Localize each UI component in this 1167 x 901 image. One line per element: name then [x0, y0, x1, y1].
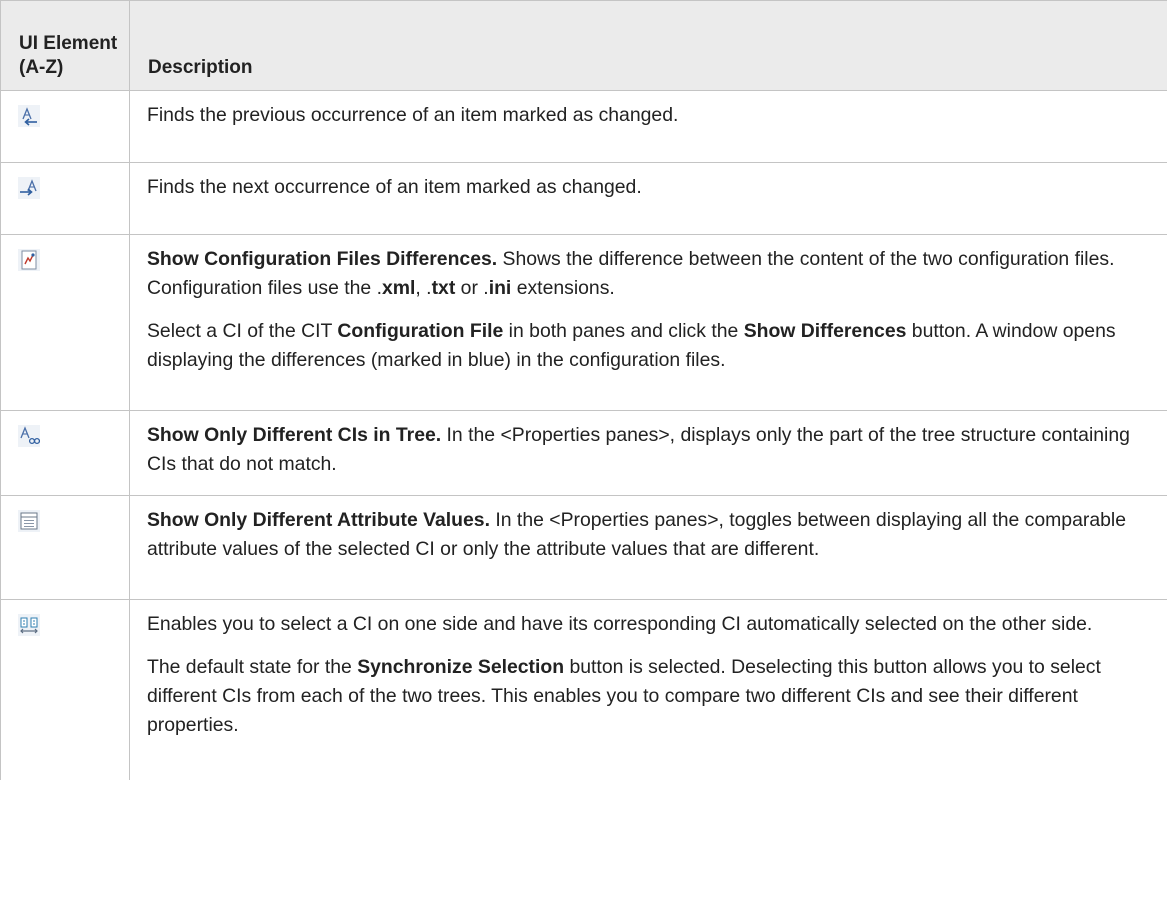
- description-text: Show Configuration Files Differences. Sh…: [147, 248, 1115, 299]
- description-text: Show Only Different Attribute Values. In…: [147, 509, 1126, 560]
- ui-element-cell: [0, 234, 130, 411]
- table-row: Finds the next occurrence of an item mar…: [0, 162, 1167, 235]
- description-cell: Enables you to select a CI on one side a…: [129, 599, 1167, 780]
- table-row: Show Only Different CIs in Tree. In the …: [0, 410, 1167, 496]
- description-text: Show Only Different CIs in Tree. In the …: [147, 424, 1130, 475]
- description-text: The default state for the Synchronize Se…: [147, 656, 1101, 736]
- table-row: Show Configuration Files Differences. Sh…: [0, 234, 1167, 411]
- ui-element-cell: [0, 410, 130, 496]
- description-text: Finds the previous occurrence of an item…: [147, 104, 679, 126]
- ui-element-cell: [0, 162, 130, 235]
- description-cell: Show Only Different CIs in Tree. In the …: [129, 410, 1167, 496]
- show-different-attributes-icon: [18, 510, 40, 532]
- previous-change-icon: [18, 105, 40, 127]
- ui-element-cell: [0, 599, 130, 780]
- ui-elements-table: UI Element (A-Z) Description Finds the p…: [0, 0, 1167, 780]
- synchronize-selection-icon: [18, 614, 40, 636]
- description-cell: Finds the next occurrence of an item mar…: [129, 162, 1167, 235]
- description-cell: Show Only Different Attribute Values. In…: [129, 495, 1167, 600]
- show-different-cis-icon: [18, 425, 41, 447]
- description-text: Enables you to select a CI on one side a…: [147, 613, 1093, 635]
- description-text: Finds the next occurrence of an item mar…: [147, 176, 642, 198]
- table-header-row: UI Element (A-Z) Description: [0, 0, 1167, 91]
- description-cell: Show Configuration Files Differences. Sh…: [129, 234, 1167, 411]
- header-ui-element: UI Element (A-Z): [0, 0, 130, 91]
- next-change-icon: [18, 177, 40, 199]
- show-config-differences-icon: [18, 249, 40, 271]
- table-row: Show Only Different Attribute Values. In…: [0, 495, 1167, 600]
- description-text: Select a CI of the CIT Configuration Fil…: [147, 320, 1116, 371]
- description-cell: Finds the previous occurrence of an item…: [129, 90, 1167, 163]
- ui-element-cell: [0, 90, 130, 163]
- ui-element-cell: [0, 495, 130, 600]
- table-row: Enables you to select a CI on one side a…: [0, 599, 1167, 780]
- header-description: Description: [129, 0, 1167, 91]
- table-row: Finds the previous occurrence of an item…: [0, 90, 1167, 163]
